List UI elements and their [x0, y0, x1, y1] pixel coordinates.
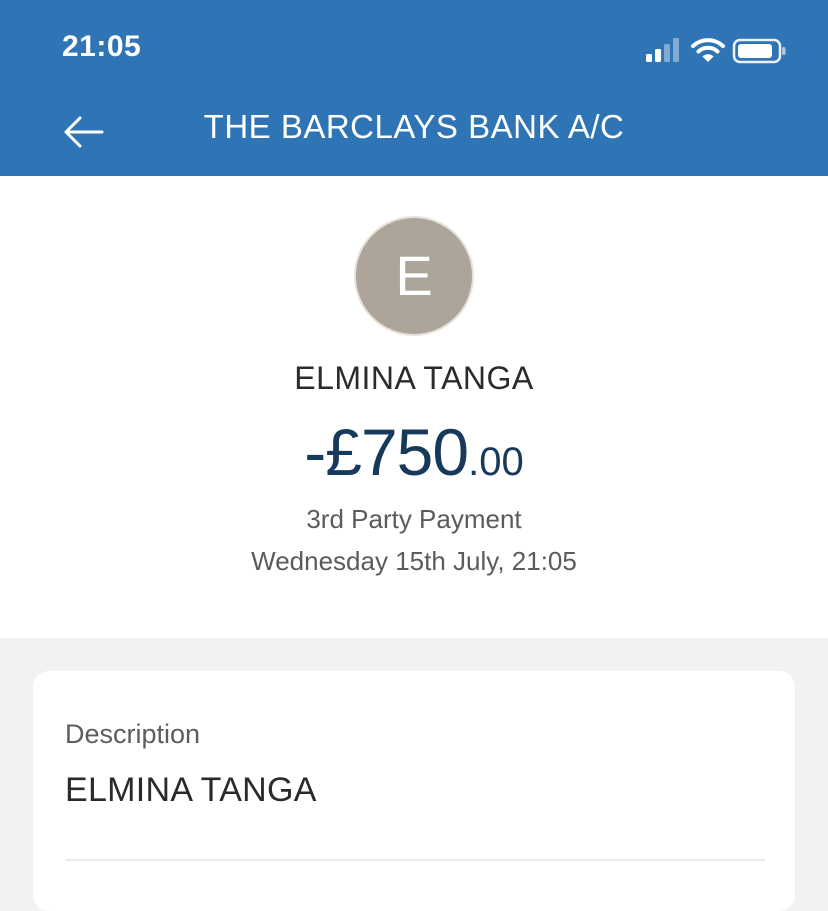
status-icons	[644, 36, 794, 66]
payment-type: 3rd Party Payment	[306, 504, 522, 534]
divider	[65, 859, 765, 861]
cellular-signal-icon	[646, 38, 679, 62]
status-time: 21:05	[62, 30, 142, 63]
transaction-summary: E ELMINA TANGA -£750.00 3rd Party Paymen…	[0, 176, 828, 638]
app-header: 21:05 THE BARCLAYS BANK A/C	[0, 0, 828, 176]
description-value: ELMINA TANGA	[65, 771, 317, 809]
battery-icon	[732, 38, 786, 64]
description-label: Description	[65, 719, 201, 749]
payee-name: ELMINA TANGA	[294, 360, 534, 396]
amount-pence: .00	[468, 440, 524, 484]
detail-card: Description ELMINA TANGA	[33, 671, 795, 911]
amount-main: -£750	[304, 415, 469, 489]
page-title: THE BARCLAYS BANK A/C	[203, 108, 625, 145]
payment-datetime: Wednesday 15th July, 21:05	[251, 546, 577, 576]
wifi-icon	[691, 38, 725, 62]
avatar: E	[354, 216, 474, 336]
transaction-amount: -£750.00	[0, 414, 828, 490]
